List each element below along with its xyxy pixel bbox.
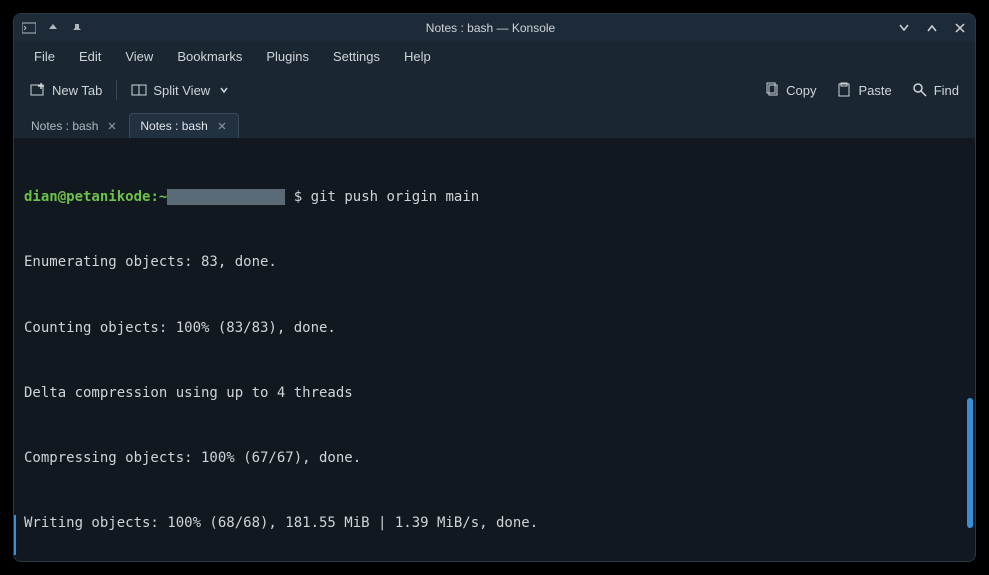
- menu-help[interactable]: Help: [392, 45, 443, 68]
- newtab-icon: [30, 82, 46, 98]
- command-text: git push origin main: [311, 189, 480, 205]
- splitview-label: Split View: [153, 83, 210, 98]
- search-icon: [912, 82, 928, 98]
- titlebar: Notes : bash — Konsole: [14, 14, 975, 42]
- chevron-down-icon: [216, 82, 232, 98]
- tabbar: Notes : bash Notes : bash: [14, 110, 975, 138]
- app-menu-icon[interactable]: [22, 21, 36, 35]
- scrollbar[interactable]: [965, 138, 973, 561]
- splitview-icon: [131, 82, 147, 98]
- paste-button[interactable]: Paste: [830, 78, 897, 102]
- app-window: Notes : bash — Konsole File Edit View Bo…: [13, 13, 976, 562]
- prompt-dollar: $: [294, 189, 302, 205]
- output-line: Delta compression using up to 4 threads: [24, 383, 965, 405]
- tab-label: Notes : bash: [31, 119, 98, 133]
- tab-1[interactable]: Notes : bash: [129, 113, 238, 138]
- menu-edit[interactable]: Edit: [67, 45, 113, 68]
- toolbar: New Tab Split View Copy Paste: [14, 70, 975, 110]
- paste-icon: [836, 82, 852, 98]
- toolbar-divider: [116, 80, 117, 100]
- terminal-output[interactable]: dian@petanikode:~/▮▮▮▮ ▮▮▮/▮▮▮▮ $ git pu…: [14, 138, 975, 561]
- keep-above-icon[interactable]: [46, 21, 60, 35]
- output-line: Writing objects: 100% (68/68), 181.55 Mi…: [24, 513, 965, 535]
- find-button[interactable]: Find: [906, 78, 965, 102]
- cursor-gutter: [14, 515, 16, 555]
- titlebar-left: [22, 21, 84, 35]
- prompt-path-obscured: /▮▮▮▮ ▮▮▮/▮▮▮▮: [167, 189, 285, 205]
- scrollbar-thumb[interactable]: [967, 398, 973, 528]
- output-line: Counting objects: 100% (83/83), done.: [24, 318, 965, 340]
- newtab-button[interactable]: New Tab: [24, 78, 108, 102]
- copy-label: Copy: [786, 83, 816, 98]
- menubar: File Edit View Bookmarks Plugins Setting…: [14, 42, 975, 70]
- output-line: Enumerating objects: 83, done.: [24, 252, 965, 274]
- menu-plugins[interactable]: Plugins: [254, 45, 321, 68]
- copy-button[interactable]: Copy: [758, 78, 822, 102]
- copy-icon: [764, 82, 780, 98]
- pin-icon[interactable]: [70, 21, 84, 35]
- close-button[interactable]: [953, 21, 967, 35]
- menu-bookmarks[interactable]: Bookmarks: [165, 45, 254, 68]
- prompt-user: dian@petanikode: [24, 189, 150, 205]
- maximize-button[interactable]: [925, 21, 939, 35]
- window-title: Notes : bash — Konsole: [84, 21, 897, 35]
- minimize-button[interactable]: [897, 21, 911, 35]
- menu-view[interactable]: View: [113, 45, 165, 68]
- splitview-button[interactable]: Split View: [125, 78, 238, 102]
- prompt-line: dian@petanikode:~/▮▮▮▮ ▮▮▮/▮▮▮▮ $ git pu…: [24, 187, 965, 209]
- menu-settings[interactable]: Settings: [321, 45, 392, 68]
- newtab-label: New Tab: [52, 83, 102, 98]
- paste-label: Paste: [858, 83, 891, 98]
- window-controls: [897, 21, 967, 35]
- close-icon[interactable]: [216, 120, 228, 132]
- output-line: Compressing objects: 100% (67/67), done.: [24, 448, 965, 470]
- tab-0[interactable]: Notes : bash: [20, 113, 129, 138]
- tab-label: Notes : bash: [140, 119, 207, 133]
- menu-file[interactable]: File: [22, 45, 67, 68]
- find-label: Find: [934, 83, 959, 98]
- close-icon[interactable]: [106, 120, 118, 132]
